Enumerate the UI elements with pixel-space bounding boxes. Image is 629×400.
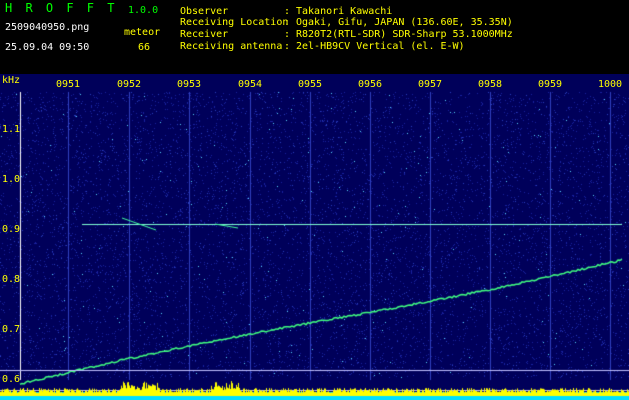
receiver-colon: :: [284, 29, 291, 40]
meteor-count: 66: [138, 42, 151, 53]
time-tick: 1000: [597, 79, 623, 90]
antenna-colon: :: [284, 41, 291, 52]
file-name: 2509040950.png: [5, 22, 90, 33]
observer-colon: :: [284, 6, 291, 17]
time-tick: 0956: [357, 79, 383, 90]
time-tick: 0952: [116, 79, 142, 90]
freq-tick: 1.1: [2, 124, 21, 135]
antenna-value: 2el-HB9CV Vertical (el. E-W): [296, 41, 465, 52]
time-tick: 0953: [176, 79, 202, 90]
time-tick: 0957: [417, 79, 443, 90]
location-label: Receiving Location: [180, 17, 289, 28]
freq-tick: 0.9: [2, 224, 21, 235]
location-colon: :: [284, 17, 291, 28]
observer-label: Observer: [180, 6, 229, 17]
time-axis: 0951 0952 0953 0954 0955 0956 0957 0958 …: [0, 79, 629, 91]
observer-value: Takanori Kawachi: [296, 6, 393, 17]
freq-tick: 0.7: [2, 324, 21, 335]
header-panel: H R O F F T 1.0.0 2509040950.png 25.09.0…: [0, 0, 629, 74]
app-version: 1.0.0: [128, 5, 159, 16]
spectrogram-canvas: [0, 74, 629, 400]
receiver-value: R820T2(RTL-SDR) SDR-Sharp 53.1000MHz: [296, 29, 513, 40]
location-value: Ogaki, Gifu, JAPAN (136.60E, 35.35N): [296, 17, 513, 28]
receiver-label: Receiver: [180, 29, 229, 40]
time-tick: 0951: [55, 79, 81, 90]
freq-tick: 0.6: [2, 374, 21, 385]
app-name: H R O F F T: [5, 1, 118, 15]
time-tick: 0958: [477, 79, 503, 90]
time-tick: 0955: [297, 79, 323, 90]
antenna-label: Receiving antenna: [180, 41, 283, 52]
time-tick: 0959: [537, 79, 563, 90]
time-tick: 0954: [237, 79, 263, 90]
date-time: 25.09.04 09:50: [5, 42, 90, 53]
freq-tick: 1.0: [2, 174, 21, 185]
freq-tick: 0.8: [2, 274, 21, 285]
meteor-label: meteor: [124, 27, 161, 38]
